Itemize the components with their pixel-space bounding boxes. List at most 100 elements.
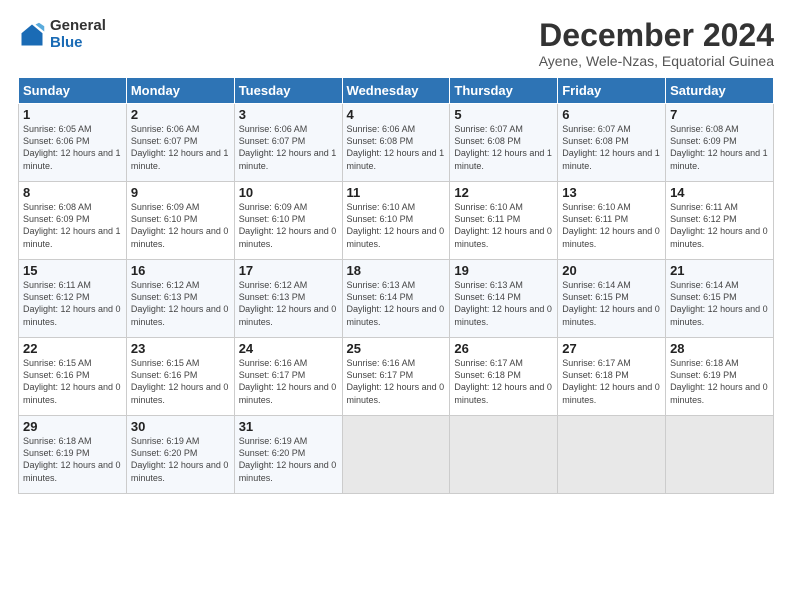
calendar-cell: 26Sunrise: 6:17 AMSunset: 6:18 PMDayligh… xyxy=(450,338,558,416)
calendar-cell: 23Sunrise: 6:15 AMSunset: 6:16 PMDayligh… xyxy=(126,338,234,416)
calendar-cell: 16Sunrise: 6:12 AMSunset: 6:13 PMDayligh… xyxy=(126,260,234,338)
day-number: 20 xyxy=(562,263,661,278)
calendar-cell: 30Sunrise: 6:19 AMSunset: 6:20 PMDayligh… xyxy=(126,416,234,494)
day-info: Sunrise: 6:18 AMSunset: 6:19 PMDaylight:… xyxy=(670,357,769,406)
calendar-cell: 31Sunrise: 6:19 AMSunset: 6:20 PMDayligh… xyxy=(234,416,342,494)
day-info: Sunrise: 6:11 AMSunset: 6:12 PMDaylight:… xyxy=(670,201,769,250)
day-number: 24 xyxy=(239,341,338,356)
day-info: Sunrise: 6:14 AMSunset: 6:15 PMDaylight:… xyxy=(670,279,769,328)
day-header-sunday: Sunday xyxy=(19,78,127,104)
day-number: 3 xyxy=(239,107,338,122)
calendar-week-4: 22Sunrise: 6:15 AMSunset: 6:16 PMDayligh… xyxy=(19,338,774,416)
calendar-cell: 15Sunrise: 6:11 AMSunset: 6:12 PMDayligh… xyxy=(19,260,127,338)
day-header-saturday: Saturday xyxy=(666,78,774,104)
calendar-cell xyxy=(558,416,666,494)
day-number: 10 xyxy=(239,185,338,200)
day-number: 27 xyxy=(562,341,661,356)
day-number: 4 xyxy=(347,107,446,122)
day-info: Sunrise: 6:13 AMSunset: 6:14 PMDaylight:… xyxy=(454,279,553,328)
day-number: 1 xyxy=(23,107,122,122)
day-number: 9 xyxy=(131,185,230,200)
calendar-cell xyxy=(342,416,450,494)
calendar-cell: 27Sunrise: 6:17 AMSunset: 6:18 PMDayligh… xyxy=(558,338,666,416)
calendar-cell: 17Sunrise: 6:12 AMSunset: 6:13 PMDayligh… xyxy=(234,260,342,338)
day-info: Sunrise: 6:19 AMSunset: 6:20 PMDaylight:… xyxy=(131,435,230,484)
day-info: Sunrise: 6:18 AMSunset: 6:19 PMDaylight:… xyxy=(23,435,122,484)
calendar-cell: 29Sunrise: 6:18 AMSunset: 6:19 PMDayligh… xyxy=(19,416,127,494)
day-info: Sunrise: 6:07 AMSunset: 6:08 PMDaylight:… xyxy=(562,123,661,172)
calendar-cell: 25Sunrise: 6:16 AMSunset: 6:17 PMDayligh… xyxy=(342,338,450,416)
day-info: Sunrise: 6:06 AMSunset: 6:07 PMDaylight:… xyxy=(131,123,230,172)
calendar-cell: 24Sunrise: 6:16 AMSunset: 6:17 PMDayligh… xyxy=(234,338,342,416)
day-header-friday: Friday xyxy=(558,78,666,104)
day-number: 8 xyxy=(23,185,122,200)
calendar-week-1: 1Sunrise: 6:05 AMSunset: 6:06 PMDaylight… xyxy=(19,104,774,182)
calendar-cell: 2Sunrise: 6:06 AMSunset: 6:07 PMDaylight… xyxy=(126,104,234,182)
day-info: Sunrise: 6:09 AMSunset: 6:10 PMDaylight:… xyxy=(239,201,338,250)
day-number: 14 xyxy=(670,185,769,200)
day-number: 21 xyxy=(670,263,769,278)
day-number: 25 xyxy=(347,341,446,356)
logo-general: General xyxy=(50,18,106,35)
calendar-cell: 14Sunrise: 6:11 AMSunset: 6:12 PMDayligh… xyxy=(666,182,774,260)
day-info: Sunrise: 6:15 AMSunset: 6:16 PMDaylight:… xyxy=(131,357,230,406)
day-info: Sunrise: 6:11 AMSunset: 6:12 PMDaylight:… xyxy=(23,279,122,328)
day-info: Sunrise: 6:19 AMSunset: 6:20 PMDaylight:… xyxy=(239,435,338,484)
day-info: Sunrise: 6:10 AMSunset: 6:10 PMDaylight:… xyxy=(347,201,446,250)
day-info: Sunrise: 6:15 AMSunset: 6:16 PMDaylight:… xyxy=(23,357,122,406)
day-number: 2 xyxy=(131,107,230,122)
day-info: Sunrise: 6:12 AMSunset: 6:13 PMDaylight:… xyxy=(131,279,230,328)
day-number: 15 xyxy=(23,263,122,278)
day-info: Sunrise: 6:10 AMSunset: 6:11 PMDaylight:… xyxy=(562,201,661,250)
page: General Blue December 2024 Ayene, Wele-N… xyxy=(0,0,792,612)
day-number: 11 xyxy=(347,185,446,200)
calendar-cell: 20Sunrise: 6:14 AMSunset: 6:15 PMDayligh… xyxy=(558,260,666,338)
day-number: 7 xyxy=(670,107,769,122)
day-number: 28 xyxy=(670,341,769,356)
calendar-week-5: 29Sunrise: 6:18 AMSunset: 6:19 PMDayligh… xyxy=(19,416,774,494)
day-number: 17 xyxy=(239,263,338,278)
day-header-wednesday: Wednesday xyxy=(342,78,450,104)
day-info: Sunrise: 6:07 AMSunset: 6:08 PMDaylight:… xyxy=(454,123,553,172)
logo-icon xyxy=(18,21,46,49)
calendar-cell: 6Sunrise: 6:07 AMSunset: 6:08 PMDaylight… xyxy=(558,104,666,182)
day-header-monday: Monday xyxy=(126,78,234,104)
calendar-header-row: SundayMondayTuesdayWednesdayThursdayFrid… xyxy=(19,78,774,104)
calendar-table: SundayMondayTuesdayWednesdayThursdayFrid… xyxy=(18,77,774,494)
calendar-cell: 10Sunrise: 6:09 AMSunset: 6:10 PMDayligh… xyxy=(234,182,342,260)
day-number: 22 xyxy=(23,341,122,356)
day-info: Sunrise: 6:17 AMSunset: 6:18 PMDaylight:… xyxy=(454,357,553,406)
day-info: Sunrise: 6:08 AMSunset: 6:09 PMDaylight:… xyxy=(23,201,122,250)
calendar-cell: 1Sunrise: 6:05 AMSunset: 6:06 PMDaylight… xyxy=(19,104,127,182)
header: General Blue December 2024 Ayene, Wele-N… xyxy=(18,18,774,69)
day-number: 5 xyxy=(454,107,553,122)
day-number: 30 xyxy=(131,419,230,434)
logo: General Blue xyxy=(18,18,106,51)
day-info: Sunrise: 6:06 AMSunset: 6:07 PMDaylight:… xyxy=(239,123,338,172)
calendar-cell xyxy=(666,416,774,494)
day-info: Sunrise: 6:16 AMSunset: 6:17 PMDaylight:… xyxy=(347,357,446,406)
day-info: Sunrise: 6:06 AMSunset: 6:08 PMDaylight:… xyxy=(347,123,446,172)
calendar-cell: 22Sunrise: 6:15 AMSunset: 6:16 PMDayligh… xyxy=(19,338,127,416)
day-info: Sunrise: 6:16 AMSunset: 6:17 PMDaylight:… xyxy=(239,357,338,406)
day-info: Sunrise: 6:08 AMSunset: 6:09 PMDaylight:… xyxy=(670,123,769,172)
day-number: 19 xyxy=(454,263,553,278)
title-block: December 2024 Ayene, Wele-Nzas, Equatori… xyxy=(539,18,774,69)
day-info: Sunrise: 6:12 AMSunset: 6:13 PMDaylight:… xyxy=(239,279,338,328)
day-info: Sunrise: 6:13 AMSunset: 6:14 PMDaylight:… xyxy=(347,279,446,328)
calendar-cell: 3Sunrise: 6:06 AMSunset: 6:07 PMDaylight… xyxy=(234,104,342,182)
calendar-cell: 11Sunrise: 6:10 AMSunset: 6:10 PMDayligh… xyxy=(342,182,450,260)
day-header-tuesday: Tuesday xyxy=(234,78,342,104)
calendar-cell: 5Sunrise: 6:07 AMSunset: 6:08 PMDaylight… xyxy=(450,104,558,182)
calendar-cell xyxy=(450,416,558,494)
day-info: Sunrise: 6:14 AMSunset: 6:15 PMDaylight:… xyxy=(562,279,661,328)
calendar-week-3: 15Sunrise: 6:11 AMSunset: 6:12 PMDayligh… xyxy=(19,260,774,338)
day-header-thursday: Thursday xyxy=(450,78,558,104)
day-number: 18 xyxy=(347,263,446,278)
calendar-cell: 7Sunrise: 6:08 AMSunset: 6:09 PMDaylight… xyxy=(666,104,774,182)
day-info: Sunrise: 6:10 AMSunset: 6:11 PMDaylight:… xyxy=(454,201,553,250)
calendar-week-2: 8Sunrise: 6:08 AMSunset: 6:09 PMDaylight… xyxy=(19,182,774,260)
subtitle: Ayene, Wele-Nzas, Equatorial Guinea xyxy=(539,53,774,69)
calendar-cell: 18Sunrise: 6:13 AMSunset: 6:14 PMDayligh… xyxy=(342,260,450,338)
calendar-cell: 21Sunrise: 6:14 AMSunset: 6:15 PMDayligh… xyxy=(666,260,774,338)
